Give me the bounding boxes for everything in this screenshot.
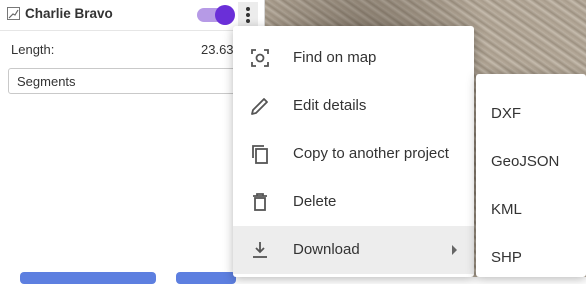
- download-icon: [253, 242, 267, 258]
- menu-label: Edit details: [293, 97, 367, 114]
- menu-item-find-on-map[interactable]: Find on map: [233, 34, 474, 82]
- submenu-label: DXF: [491, 105, 521, 122]
- feature-panel: Charlie Bravo Length: 23.63 Segments: [0, 0, 265, 284]
- pencil-icon: [251, 98, 268, 115]
- display-mode-value: Segments: [17, 74, 76, 89]
- submenu-label: SHP: [491, 249, 522, 266]
- copy-icon: [252, 145, 268, 164]
- submenu-arrow-icon: [452, 245, 457, 255]
- menu-item-edit-details[interactable]: Edit details: [233, 82, 474, 130]
- feature-header: Charlie Bravo: [0, 0, 264, 31]
- submenu-item-dxf[interactable]: DXF: [476, 82, 586, 130]
- menu-item-download[interactable]: Download: [233, 226, 474, 274]
- feature-name: Charlie Bravo: [25, 6, 113, 21]
- submenu-item-shp[interactable]: SHP: [476, 226, 586, 274]
- panel-action-button[interactable]: [20, 272, 156, 284]
- menu-label: Copy to another project: [293, 145, 449, 162]
- length-label: Length:: [11, 42, 55, 57]
- find-on-map-icon: [251, 49, 269, 67]
- panel-action-button[interactable]: [176, 272, 236, 284]
- submenu-label: KML: [491, 201, 522, 218]
- toggle-knob: [215, 5, 235, 25]
- menu-label: Find on map: [293, 49, 377, 66]
- more-options-icon[interactable]: [238, 2, 258, 28]
- submenu-item-geojson[interactable]: GeoJSON: [476, 130, 586, 178]
- submenu-item-kml[interactable]: KML: [476, 178, 586, 226]
- polyline-icon: [7, 7, 20, 20]
- visibility-toggle[interactable]: [197, 5, 235, 25]
- trash-icon: [253, 193, 267, 211]
- submenu-label: GeoJSON: [491, 153, 560, 170]
- menu-label: Download: [293, 241, 360, 258]
- download-submenu: DXF GeoJSON KML SHP: [476, 74, 586, 277]
- feature-context-menu: Find on map Edit details Copy to another…: [233, 26, 474, 277]
- length-value: 23.63: [201, 42, 234, 57]
- menu-item-delete[interactable]: Delete: [233, 178, 474, 226]
- display-mode-select[interactable]: Segments: [8, 68, 258, 94]
- menu-item-copy-to-project[interactable]: Copy to another project: [233, 130, 474, 178]
- menu-label: Delete: [293, 193, 337, 210]
